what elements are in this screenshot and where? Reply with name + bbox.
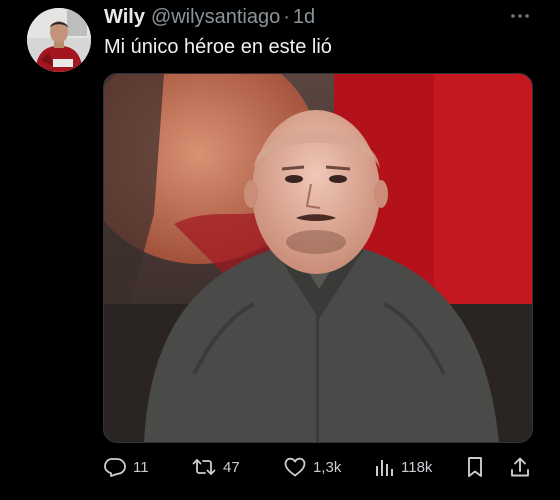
retweet-button[interactable]: 47: [192, 452, 240, 482]
reply-icon: [104, 457, 126, 477]
more-options-button[interactable]: [508, 6, 532, 26]
like-button[interactable]: 1,3k: [284, 452, 341, 482]
tweet-age[interactable]: 1d: [293, 6, 315, 29]
views-count: 118k: [401, 458, 433, 476]
like-count: 1,3k: [313, 458, 342, 476]
avatar[interactable]: [27, 8, 91, 72]
reply-count: 11: [133, 458, 149, 476]
action-bar: 11 47 1,3k 118k: [0, 452, 560, 482]
share-button[interactable]: [510, 452, 530, 482]
share-icon: [510, 456, 530, 478]
author-handle[interactable]: @wilysantiago: [151, 6, 280, 29]
heart-icon: [284, 457, 306, 477]
author-name[interactable]: Wily: [104, 6, 145, 29]
bookmark-button[interactable]: [466, 452, 484, 482]
tweet[interactable]: Wily @wilysantiago · 1d Mi único héroe e…: [0, 0, 560, 500]
reply-button[interactable]: 11: [104, 452, 149, 482]
header-separator: ·: [283, 6, 290, 28]
views-button[interactable]: 118k: [374, 452, 432, 482]
retweet-icon: [192, 457, 216, 477]
tweet-media[interactable]: [103, 73, 533, 443]
retweet-count: 47: [223, 458, 240, 476]
tweet-text: Mi único héroe en este lió: [104, 36, 332, 58]
media-photo: [104, 74, 532, 442]
more-dots-icon: [511, 14, 529, 18]
views-chart-icon: [374, 457, 394, 477]
avatar-photo: [27, 8, 91, 72]
tweet-header: Wily @wilysantiago · 1d: [104, 6, 315, 32]
bookmark-icon: [466, 456, 484, 478]
